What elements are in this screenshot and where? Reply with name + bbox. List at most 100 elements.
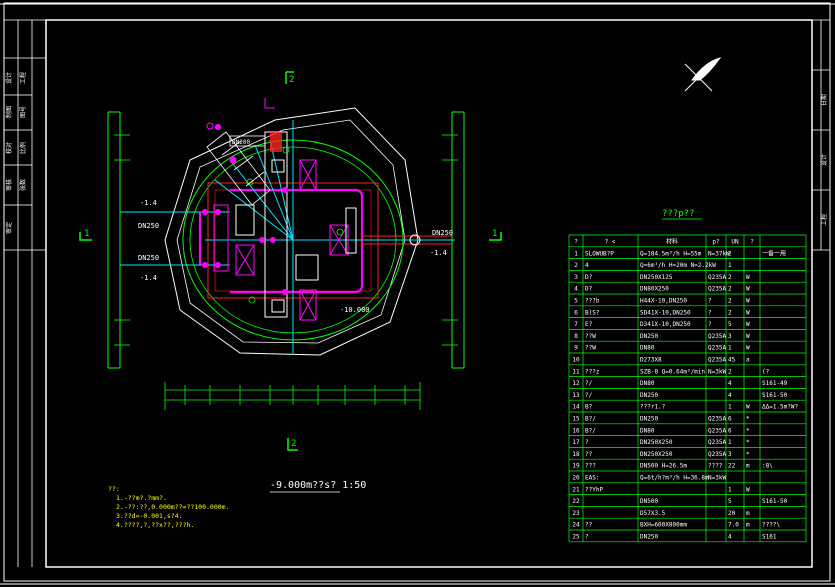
table-cell: B?	[585, 404, 593, 411]
label-dn250-left-upper: DN250	[138, 222, 159, 230]
table-cell: D273X8	[640, 357, 662, 364]
table-cell: ?	[585, 439, 589, 446]
table-cell: 17	[572, 439, 580, 446]
table-cell: 1	[574, 250, 578, 257]
title-cell-b0-right: 工程	[820, 214, 828, 226]
table-cell: ΔΔ=1.5m?W?	[762, 404, 799, 411]
table-cell: 5	[728, 321, 732, 328]
bubble-markers	[246, 146, 344, 304]
table-cell: S161	[762, 534, 777, 541]
title-cell-a2: 校对	[5, 142, 13, 154]
title-cell-a5: 日期	[820, 94, 828, 106]
table-cell: 1	[728, 404, 732, 411]
table-cell: Q235A	[708, 427, 726, 434]
table-cell: 6	[728, 427, 732, 434]
table-cell: W	[746, 309, 750, 316]
note-1: 1.-??m?.?mm?.	[116, 494, 167, 502]
section-mark-top-label: 2	[289, 75, 294, 85]
riser-column-red	[270, 132, 282, 152]
note-2: 2.-??:??,0.000m??=??100.000m.	[116, 503, 230, 511]
table-cell: m	[746, 522, 750, 529]
table-cell: Q235A	[708, 357, 726, 364]
table-cell: 3	[728, 451, 732, 458]
table-cell: N=3kW	[708, 368, 726, 375]
table-cell: DN250	[640, 416, 658, 423]
left-title-text: 设计 制图 校对 审核 审定 工程 图号 比例 张数	[5, 72, 27, 234]
table-cell: DN250X250	[640, 451, 673, 458]
table-cell: N=37kW	[708, 250, 730, 257]
title-cell-b0: 工程	[19, 72, 27, 84]
table-cell: ?	[708, 321, 712, 328]
table-cell: BXH=600X800mm	[640, 522, 687, 529]
table-cell: EAS:	[585, 475, 599, 482]
note-4: 4.????,?,??x??,???h.	[116, 521, 194, 529]
table-header-cell: ?	[574, 239, 578, 246]
table-cell: 1	[728, 262, 732, 269]
table-cell: N=3kW	[708, 475, 726, 482]
pump-station-plan: DN200 1 1 2 2 DN250 DN250 DN250 -1.4 -1.…	[79, 71, 502, 529]
table-header-cell: ? <	[605, 239, 616, 246]
label-elev-bottom: -10.000	[340, 306, 370, 314]
table-cell: 4	[728, 380, 732, 387]
table-cell: 6	[728, 416, 732, 423]
table-cell: ????\	[762, 522, 780, 529]
table-cell: B?/	[585, 427, 596, 434]
label-dn250-left-lower: DN250	[138, 254, 159, 262]
table-cell: ???r1.?	[640, 404, 666, 411]
table-cell: Q235A	[708, 451, 726, 458]
table-cell: ??YhP	[585, 486, 603, 493]
table-cell: a	[746, 357, 750, 364]
table-cell: ?/	[585, 380, 593, 387]
table-cell: 2	[574, 262, 578, 269]
table-cell: S161-49	[762, 380, 788, 387]
table-cell: 9	[574, 345, 578, 352]
table-cell: Q235A	[708, 333, 726, 340]
table-cell: 6	[574, 309, 578, 316]
table-cell: 7	[574, 321, 578, 328]
table-cell: ??W	[585, 333, 596, 340]
table-cell: 24	[572, 522, 580, 529]
table-cell: 12	[572, 380, 580, 387]
table-cell: E?	[585, 321, 593, 328]
title-cell-b2: 比例	[19, 142, 27, 154]
title-cell-a4: 审定	[5, 222, 13, 234]
table-cell: W	[746, 486, 750, 493]
table-cell: ????	[708, 463, 723, 470]
table-cell: DN500 H=26.5m	[640, 463, 687, 470]
table-cell: D?	[585, 286, 593, 293]
table-cell: 10	[572, 357, 580, 364]
table-cell: *	[746, 451, 750, 458]
table-header-cell: 材料	[666, 238, 678, 246]
table-cell: 22	[728, 463, 736, 470]
table-cell: SZB-8 Q=0.64m³/min	[640, 368, 705, 375]
table-cell: DN80	[640, 427, 655, 434]
table-cell: 2	[728, 274, 732, 281]
cad-drawing-sheet: 设计 制图 校对 审核 审定 工程 图号 比例 张数 日期 设计 工程 DN20…	[0, 2, 835, 585]
equipment-table: ? ? < 材料 p? UN ? 1 SLOWUB?P Q=184.5m³/h H=55m N=3…	[568, 234, 807, 543]
table-cell: 4	[574, 286, 578, 293]
table-cell: (?	[762, 368, 770, 375]
table-cell: 5	[728, 498, 732, 505]
table-cell: B?/	[585, 416, 596, 423]
table-cell: 16	[572, 427, 580, 434]
table-cell: 15	[572, 416, 580, 423]
table-cell: DN80	[640, 345, 655, 352]
table-cell: ?	[585, 534, 589, 541]
table-cell: *	[746, 416, 750, 423]
notes: ??: 1.-??m?.?mm?. 2.-??:??,0.000m??=??10…	[108, 485, 230, 529]
table-cell: 4	[728, 392, 732, 399]
table-cell: Q235A	[708, 345, 726, 352]
table-cell: DN80	[640, 380, 655, 387]
table-cell: W	[746, 286, 750, 293]
note-3: 3.??d=-0.001,s?4.	[116, 512, 183, 520]
table-cell: 3	[728, 333, 732, 340]
table-cell: B)S?	[585, 309, 600, 316]
label-dn-top: DN200	[232, 139, 250, 146]
table-cell: 21	[572, 486, 580, 493]
table-cell: 2	[728, 286, 732, 293]
table-cell: 1	[728, 439, 732, 446]
label-elev-left-upper: -1.4	[140, 199, 157, 207]
table-header-cell: UN	[731, 239, 739, 246]
table-cell: DN80X250	[640, 286, 669, 293]
section-mark-right-label: 1	[492, 229, 497, 239]
